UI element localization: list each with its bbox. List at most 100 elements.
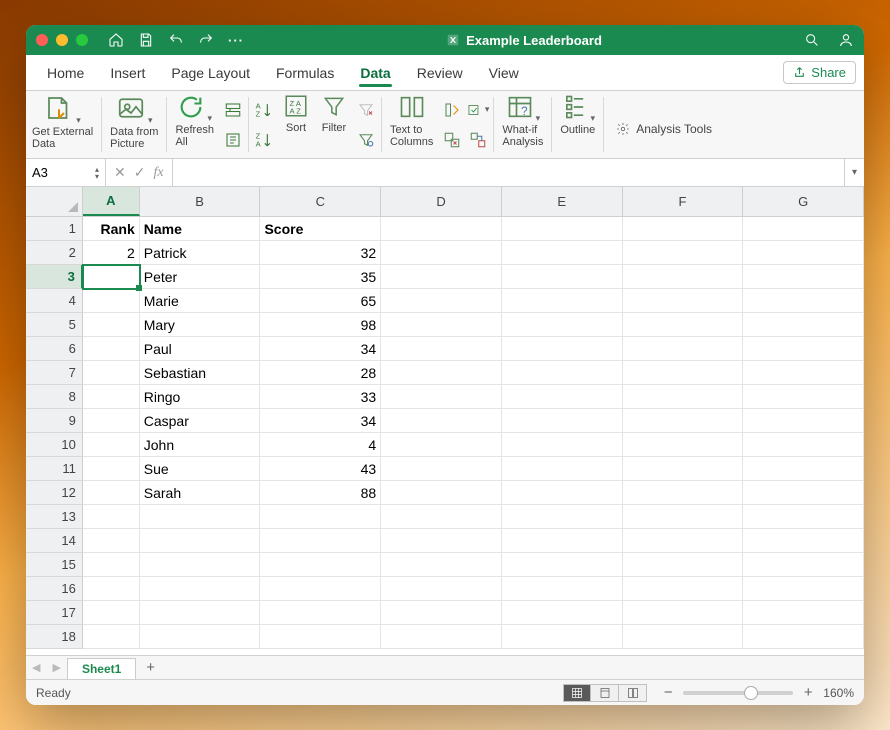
cell-G18[interactable]	[743, 625, 864, 649]
cell-C13[interactable]	[260, 505, 381, 529]
tab-insert[interactable]: Insert	[97, 55, 158, 90]
col-header-D[interactable]: D	[381, 187, 502, 216]
cell-F13[interactable]	[623, 505, 744, 529]
name-box[interactable]: A3 ▴▾	[26, 159, 106, 186]
cell-G1[interactable]	[743, 217, 864, 241]
cell-E9[interactable]	[502, 409, 623, 433]
cell-B4[interactable]: Marie	[140, 289, 261, 313]
cell-D13[interactable]	[381, 505, 502, 529]
col-header-G[interactable]: G	[743, 187, 864, 216]
cell-C16[interactable]	[260, 577, 381, 601]
row-header[interactable]: 18	[26, 625, 83, 649]
cell-G13[interactable]	[743, 505, 864, 529]
cell-B8[interactable]: Ringo	[140, 385, 261, 409]
cell-B18[interactable]	[140, 625, 261, 649]
cell-A14[interactable]	[83, 529, 140, 553]
flash-fill-icon[interactable]	[441, 97, 463, 123]
cell-F10[interactable]	[623, 433, 744, 457]
col-header-F[interactable]: F	[623, 187, 744, 216]
sort-desc-icon[interactable]: ZA	[253, 127, 275, 153]
col-header-A[interactable]: A	[83, 187, 140, 216]
cell-D10[interactable]	[381, 433, 502, 457]
cell-A18[interactable]	[83, 625, 140, 649]
cell-F15[interactable]	[623, 553, 744, 577]
cell-G4[interactable]	[743, 289, 864, 313]
cell-D3[interactable]	[381, 265, 502, 289]
cell-E18[interactable]	[502, 625, 623, 649]
cell-F2[interactable]	[623, 241, 744, 265]
cell-A6[interactable]	[83, 337, 140, 361]
cell-E6[interactable]	[502, 337, 623, 361]
cell-E17[interactable]	[502, 601, 623, 625]
formula-input[interactable]	[173, 159, 844, 186]
fx-icon[interactable]: fx	[153, 165, 163, 181]
col-header-B[interactable]: B	[140, 187, 261, 216]
row-header[interactable]: 9	[26, 409, 83, 433]
zoom-out-button[interactable]: −	[661, 684, 675, 701]
cell-D7[interactable]	[381, 361, 502, 385]
filter-button[interactable]: Filter	[315, 91, 353, 158]
add-sheet-button[interactable]: +	[136, 659, 165, 676]
cell-B7[interactable]: Sebastian	[140, 361, 261, 385]
cell-F18[interactable]	[623, 625, 744, 649]
cell-C7[interactable]: 28	[260, 361, 381, 385]
save-icon[interactable]	[138, 32, 154, 48]
tab-home[interactable]: Home	[34, 55, 97, 90]
cell-D5[interactable]	[381, 313, 502, 337]
cell-A2[interactable]: 2	[83, 241, 140, 265]
cell-E5[interactable]	[502, 313, 623, 337]
sheet-tab-sheet1[interactable]: Sheet1	[67, 658, 136, 679]
share-button[interactable]: Share	[783, 61, 856, 84]
properties-icon[interactable]	[222, 127, 244, 153]
tab-data[interactable]: Data	[347, 55, 403, 90]
cell-E16[interactable]	[502, 577, 623, 601]
home-icon[interactable]	[108, 32, 124, 48]
row-header[interactable]: 15	[26, 553, 83, 577]
cell-D18[interactable]	[381, 625, 502, 649]
cell-F4[interactable]	[623, 289, 744, 313]
cell-D2[interactable]	[381, 241, 502, 265]
cell-B11[interactable]: Sue	[140, 457, 261, 481]
cell-D17[interactable]	[381, 601, 502, 625]
cell-B12[interactable]: Sarah	[140, 481, 261, 505]
cell-G6[interactable]	[743, 337, 864, 361]
cell-B9[interactable]: Caspar	[140, 409, 261, 433]
cell-B10[interactable]: John	[140, 433, 261, 457]
sheet-next-icon[interactable]: ▶	[46, 661, 66, 674]
cell-A15[interactable]	[83, 553, 140, 577]
cell-A16[interactable]	[83, 577, 140, 601]
cell-G9[interactable]	[743, 409, 864, 433]
row-header[interactable]: 6	[26, 337, 83, 361]
consolidate-icon[interactable]	[467, 127, 489, 153]
cell-E14[interactable]	[502, 529, 623, 553]
cell-D16[interactable]	[381, 577, 502, 601]
cell-E1[interactable]	[502, 217, 623, 241]
cell-C15[interactable]	[260, 553, 381, 577]
cell-C12[interactable]: 88	[260, 481, 381, 505]
cancel-formula-icon[interactable]: ✕	[114, 164, 126, 181]
cell-G7[interactable]	[743, 361, 864, 385]
cell-F12[interactable]	[623, 481, 744, 505]
cell-C11[interactable]: 43	[260, 457, 381, 481]
cell-C14[interactable]	[260, 529, 381, 553]
search-icon[interactable]	[804, 32, 820, 48]
cell-G11[interactable]	[743, 457, 864, 481]
data-from-picture-button[interactable]: ▾ Data from Picture	[104, 91, 164, 158]
cell-F9[interactable]	[623, 409, 744, 433]
cell-F3[interactable]	[623, 265, 744, 289]
cell-C9[interactable]: 34	[260, 409, 381, 433]
cell-D11[interactable]	[381, 457, 502, 481]
col-header-C[interactable]: C	[260, 187, 381, 216]
cell-C6[interactable]: 34	[260, 337, 381, 361]
advanced-filter-icon[interactable]	[355, 127, 377, 153]
cell-C10[interactable]: 4	[260, 433, 381, 457]
formula-expand-icon[interactable]: ▾	[844, 159, 864, 186]
cell-G16[interactable]	[743, 577, 864, 601]
row-header[interactable]: 11	[26, 457, 83, 481]
cell-D6[interactable]	[381, 337, 502, 361]
row-header[interactable]: 16	[26, 577, 83, 601]
cell-A13[interactable]	[83, 505, 140, 529]
sheet-prev-icon[interactable]: ◀	[26, 661, 46, 674]
cell-A9[interactable]	[83, 409, 140, 433]
redo-icon[interactable]	[198, 32, 214, 48]
